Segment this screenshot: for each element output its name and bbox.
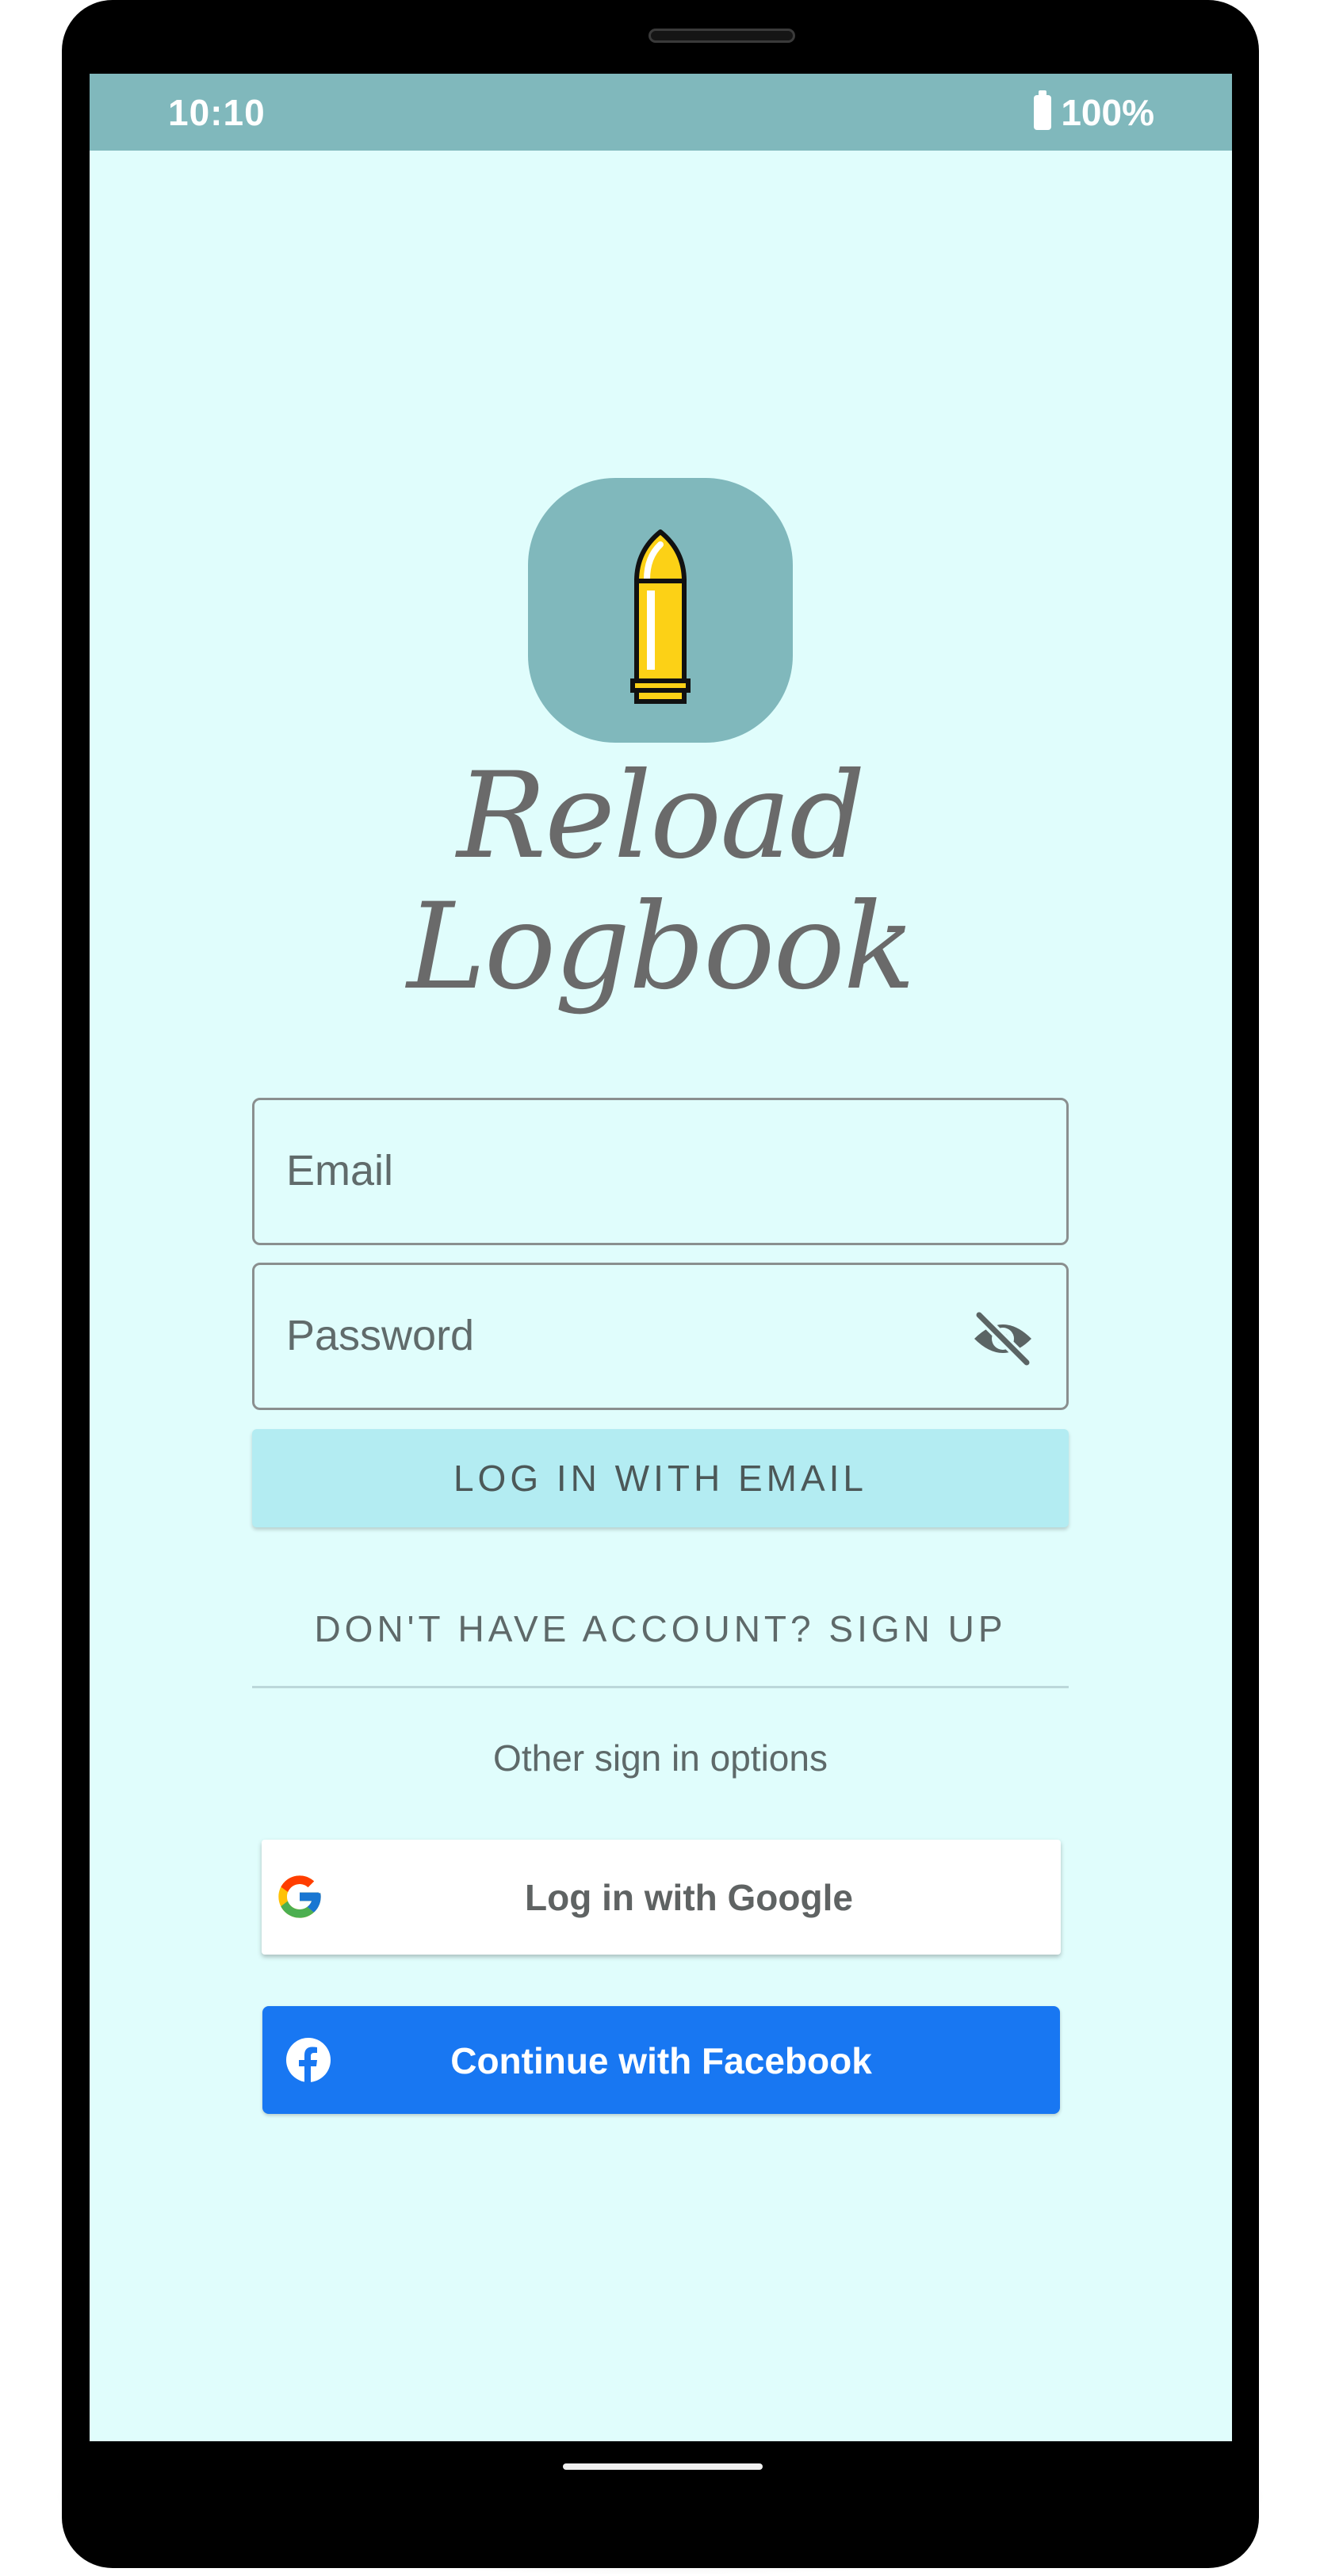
email-field[interactable]: Email <box>252 1098 1069 1245</box>
battery-level: 100% <box>1061 92 1154 133</box>
battery-icon <box>1034 90 1052 130</box>
password-placeholder: Password <box>286 1312 475 1359</box>
app-screen: 10:10 100% Reload Logbook Email Password <box>90 74 1232 2441</box>
status-bar: 10:10 100% <box>90 74 1232 151</box>
status-time: 10:10 <box>168 92 266 133</box>
app-title: Reload Logbook <box>407 747 915 1016</box>
divider <box>252 1686 1069 1688</box>
google-login-button[interactable]: Log in with Google <box>262 1840 1061 1955</box>
earpiece-speaker <box>649 29 795 43</box>
status-battery: 100% <box>1034 90 1154 134</box>
password-field[interactable]: Password <box>252 1263 1069 1410</box>
eye-off-icon[interactable] <box>971 1310 1035 1367</box>
facebook-button-label: Continue with Facebook <box>450 2040 872 2081</box>
signup-link[interactable]: DON'T HAVE ACCOUNT? SIGN UP <box>252 1607 1069 1650</box>
google-button-label: Log in with Google <box>525 1877 853 1918</box>
bullet-logo-icon <box>630 529 691 704</box>
login-email-button[interactable]: LOG IN WITH EMAIL <box>252 1429 1069 1527</box>
app-logo <box>528 478 793 743</box>
other-options-label: Other sign in options <box>493 1737 828 1779</box>
home-indicator[interactable] <box>563 2463 763 2470</box>
facebook-login-button[interactable]: Continue with Facebook <box>262 2006 1060 2114</box>
email-placeholder: Email <box>286 1147 394 1194</box>
